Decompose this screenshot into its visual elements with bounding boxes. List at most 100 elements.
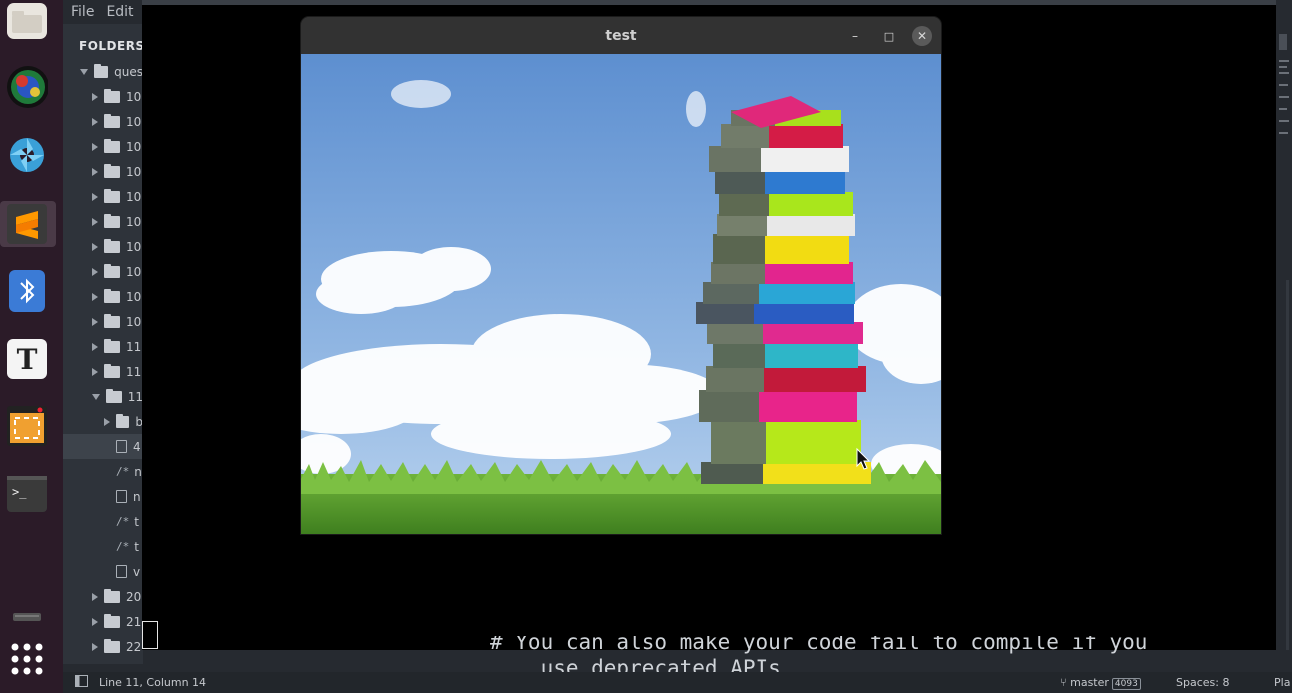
shutter-app-icon[interactable] <box>6 134 48 176</box>
folder-icon <box>104 338 120 353</box>
folder-icon <box>104 213 120 228</box>
folder-icon <box>106 388 122 403</box>
tree-item[interactable]: 11 <box>63 384 143 409</box>
tree-item[interactable]: 10 <box>63 309 143 334</box>
chevron-down-icon[interactable] <box>80 68 88 75</box>
chevron-right-icon[interactable] <box>92 192 98 201</box>
drive-icon[interactable] <box>6 596 48 638</box>
test-window: test – □ ✕ <box>301 17 941 534</box>
tree-item[interactable]: 21 <box>63 609 143 634</box>
chevron-right-icon[interactable] <box>92 292 98 301</box>
chevron-right-icon[interactable] <box>92 642 98 651</box>
tree-item[interactable]: 10 <box>63 84 143 109</box>
code-file-icon: /* <box>116 465 130 478</box>
code-file-icon: /* <box>116 540 130 553</box>
menu-bar: File Edit <box>63 0 143 24</box>
git-branch[interactable]: ⑂ master 4093 <box>1060 676 1141 690</box>
typora-icon[interactable]: T <box>6 338 48 380</box>
tree-item-label: ques <box>114 64 143 79</box>
close-button[interactable]: ✕ <box>912 26 932 46</box>
tree-item[interactable]: 10 <box>63 134 143 159</box>
code-file-icon: /* <box>116 515 130 528</box>
tree-item-label: 21 <box>126 614 142 629</box>
close-icon: ✕ <box>916 29 928 43</box>
chevron-right-icon[interactable] <box>92 592 98 601</box>
tree-item-label: 10 <box>126 264 142 279</box>
tree-item[interactable]: 11 <box>63 334 143 359</box>
chevron-right-icon[interactable] <box>92 267 98 276</box>
chevron-right-icon[interactable] <box>92 367 98 376</box>
maximize-button[interactable]: □ <box>878 25 900 47</box>
chevron-right-icon[interactable] <box>92 167 98 176</box>
chevron-right-icon[interactable] <box>92 342 98 351</box>
indentation-setting[interactable]: Spaces: 8 <box>1176 676 1229 689</box>
screenshot-app-icon[interactable] <box>6 405 48 447</box>
folder-sidebar: FOLDERS ques 10 10 10 10 10 10 10 10 10 10 11 11 11 b 4… <box>63 24 143 664</box>
tree-item-label: 11 <box>126 364 142 379</box>
chevron-right-icon[interactable] <box>92 117 98 126</box>
image-file-icon <box>116 565 127 578</box>
tree-item[interactable]: 11 <box>63 359 143 384</box>
tree-item[interactable]: 10 <box>63 234 143 259</box>
terminal-prompt: >_ <box>12 485 27 499</box>
tree-item[interactable]: /* n <box>63 459 143 484</box>
tree-item[interactable]: n <box>63 484 143 509</box>
tree-item[interactable]: 10 <box>63 184 143 209</box>
tree-item[interactable]: v <box>63 559 143 584</box>
tree-item[interactable]: b <box>63 409 143 434</box>
tree-item[interactable]: 20 <box>63 584 143 609</box>
folder-icon <box>104 363 120 378</box>
folder-icon <box>94 63 109 78</box>
folder-icon <box>104 188 120 203</box>
syntax-setting[interactable]: Pla <box>1274 676 1290 689</box>
tree-item-label: 11 <box>127 389 143 404</box>
bluetooth-icon[interactable] <box>6 270 48 312</box>
tree-item[interactable]: /* t <box>63 509 143 534</box>
sublime-text-icon[interactable] <box>6 203 48 245</box>
tree-item-label: 10 <box>126 139 142 154</box>
window-titlebar[interactable]: test – □ ✕ <box>301 17 941 54</box>
tree-item-label: 10 <box>126 114 142 129</box>
tree-item[interactable]: ques <box>63 59 143 84</box>
chevron-right-icon[interactable] <box>92 92 98 101</box>
chevron-right-icon[interactable] <box>104 417 110 426</box>
book-stack-image <box>301 54 941 534</box>
chevron-down-icon[interactable] <box>92 393 100 400</box>
tree-item-label: 10 <box>126 164 142 179</box>
tree-item[interactable]: 4 <box>63 434 143 459</box>
tree-item[interactable]: 10 <box>63 109 143 134</box>
screen: File Edit FOLDERS ques 10 10 10 10 10 10 10 10 10… <box>0 0 1292 693</box>
tree-item[interactable]: 10 <box>63 159 143 184</box>
chevron-right-icon[interactable] <box>92 242 98 251</box>
branch-name: master <box>1070 676 1109 689</box>
folder-icon <box>104 163 120 178</box>
code-peek: # You can also make your code fail to co… <box>472 636 1252 672</box>
folder-icon <box>104 263 120 278</box>
menu-file[interactable]: File <box>71 4 94 20</box>
tree-item[interactable]: 10 <box>63 284 143 309</box>
tree-item-label: 4 <box>133 439 141 454</box>
folder-icon <box>104 288 120 303</box>
terminal-icon[interactable]: >_ <box>6 473 48 515</box>
chevron-right-icon[interactable] <box>92 617 98 626</box>
tree-item-label: 11 <box>126 339 142 354</box>
tree-item[interactable]: 22 <box>63 634 143 659</box>
sidebar-toggle-icon[interactable] <box>75 675 88 690</box>
minimize-button[interactable]: – <box>844 25 866 47</box>
folder-icon <box>104 638 120 653</box>
app-grid-icon[interactable] <box>6 638 48 680</box>
tree-item-label: 10 <box>126 239 142 254</box>
chevron-right-icon[interactable] <box>92 317 98 326</box>
tree-item[interactable]: /* t <box>63 534 143 559</box>
menu-edit[interactable]: Edit <box>106 4 133 20</box>
chevron-right-icon[interactable] <box>92 142 98 151</box>
cursor-position[interactable]: Line 11, Column 14 <box>99 676 206 689</box>
globe-app-icon[interactable] <box>6 66 48 108</box>
chevron-right-icon[interactable] <box>92 217 98 226</box>
tree-item-label: 10 <box>126 89 142 104</box>
tree-item[interactable]: 10 <box>63 259 143 284</box>
tree-item-label: 10 <box>126 314 142 329</box>
tree-item[interactable]: 10 <box>63 209 143 234</box>
files-icon[interactable] <box>6 0 48 42</box>
tree-item-label: t <box>134 514 139 529</box>
